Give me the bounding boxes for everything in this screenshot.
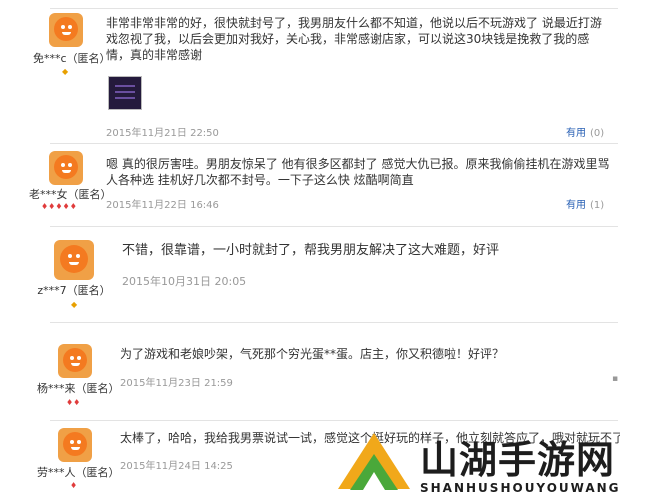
avatar xyxy=(49,151,83,185)
useful-count: (0) xyxy=(590,128,605,139)
avatar xyxy=(54,240,94,280)
useful-button[interactable]: 有用 (0) xyxy=(566,124,604,139)
useful-label[interactable]: 有用 xyxy=(566,200,586,211)
reviewer-name: 劳***人（匿名） xyxy=(37,466,120,479)
avatar xyxy=(58,428,92,462)
divider xyxy=(50,322,618,323)
watermark-subtitle: SHANHUSHOUYOUWANG xyxy=(420,481,621,495)
review-date: 2015年11月24日 14:25 xyxy=(120,461,233,472)
useful-label[interactable]: 有用 xyxy=(566,128,586,139)
avatar xyxy=(49,13,83,47)
divider xyxy=(50,420,618,421)
reviewer-level-badge: ♦ xyxy=(70,481,78,490)
review-date: 2015年11月23日 21:59 xyxy=(120,378,233,389)
reviewer-level-badge: ◆ xyxy=(62,67,69,76)
review-date: 2015年11月21日 22:50 xyxy=(106,128,219,139)
reviewer-name: 老***女（匿名） xyxy=(29,188,112,201)
reviewer-level-badge: ◆ xyxy=(71,300,78,309)
review-text: 不错，很靠谱，一小时就封了，帮我男朋友解决了这大难题，好评 xyxy=(122,243,500,258)
reviewer-name: 免***c（匿名） xyxy=(33,52,111,65)
divider xyxy=(50,143,618,144)
review-text: 非常非常非常的好，很快就封号了，我男朋友什么都不知道，他说以后不玩游戏了 说最近… xyxy=(106,16,602,62)
review-date: 2015年10月31日 20:05 xyxy=(122,275,247,288)
review-date: 2015年11月22日 16:46 xyxy=(106,200,219,211)
scroll-marker: ▪ xyxy=(612,374,619,384)
site-watermark-logo: 山湖手游网 SHANHUSHOUYOUWANG xyxy=(336,425,646,503)
divider xyxy=(50,226,618,227)
useful-count: (1) xyxy=(590,200,605,211)
watermark-title: 山湖手游网 xyxy=(420,438,616,482)
divider xyxy=(50,8,618,9)
review-text: 为了游戏和老娘吵架，气死那个穷光蛋**蛋。店主，你又积德啦！好评？ xyxy=(120,347,505,361)
review-text: 嗯 真的很厉害哇。男朋友惊呆了 他有很多区都封了 感觉大仇已报。原来我偷偷挂机在… xyxy=(106,157,610,187)
reviewer-level-badge: ♦♦♦♦♦ xyxy=(41,202,77,211)
useful-button[interactable]: 有用 (1) xyxy=(566,196,604,211)
logo-triangle-gap xyxy=(363,472,385,490)
reviewer-level-badge: ♦♦ xyxy=(66,398,81,407)
avatar xyxy=(58,344,92,378)
reviewer-name: z***7（匿名） xyxy=(37,284,111,297)
review-photo-thumbnail[interactable] xyxy=(108,76,142,110)
reviewer-name: 杨***来（匿名） xyxy=(37,382,120,395)
